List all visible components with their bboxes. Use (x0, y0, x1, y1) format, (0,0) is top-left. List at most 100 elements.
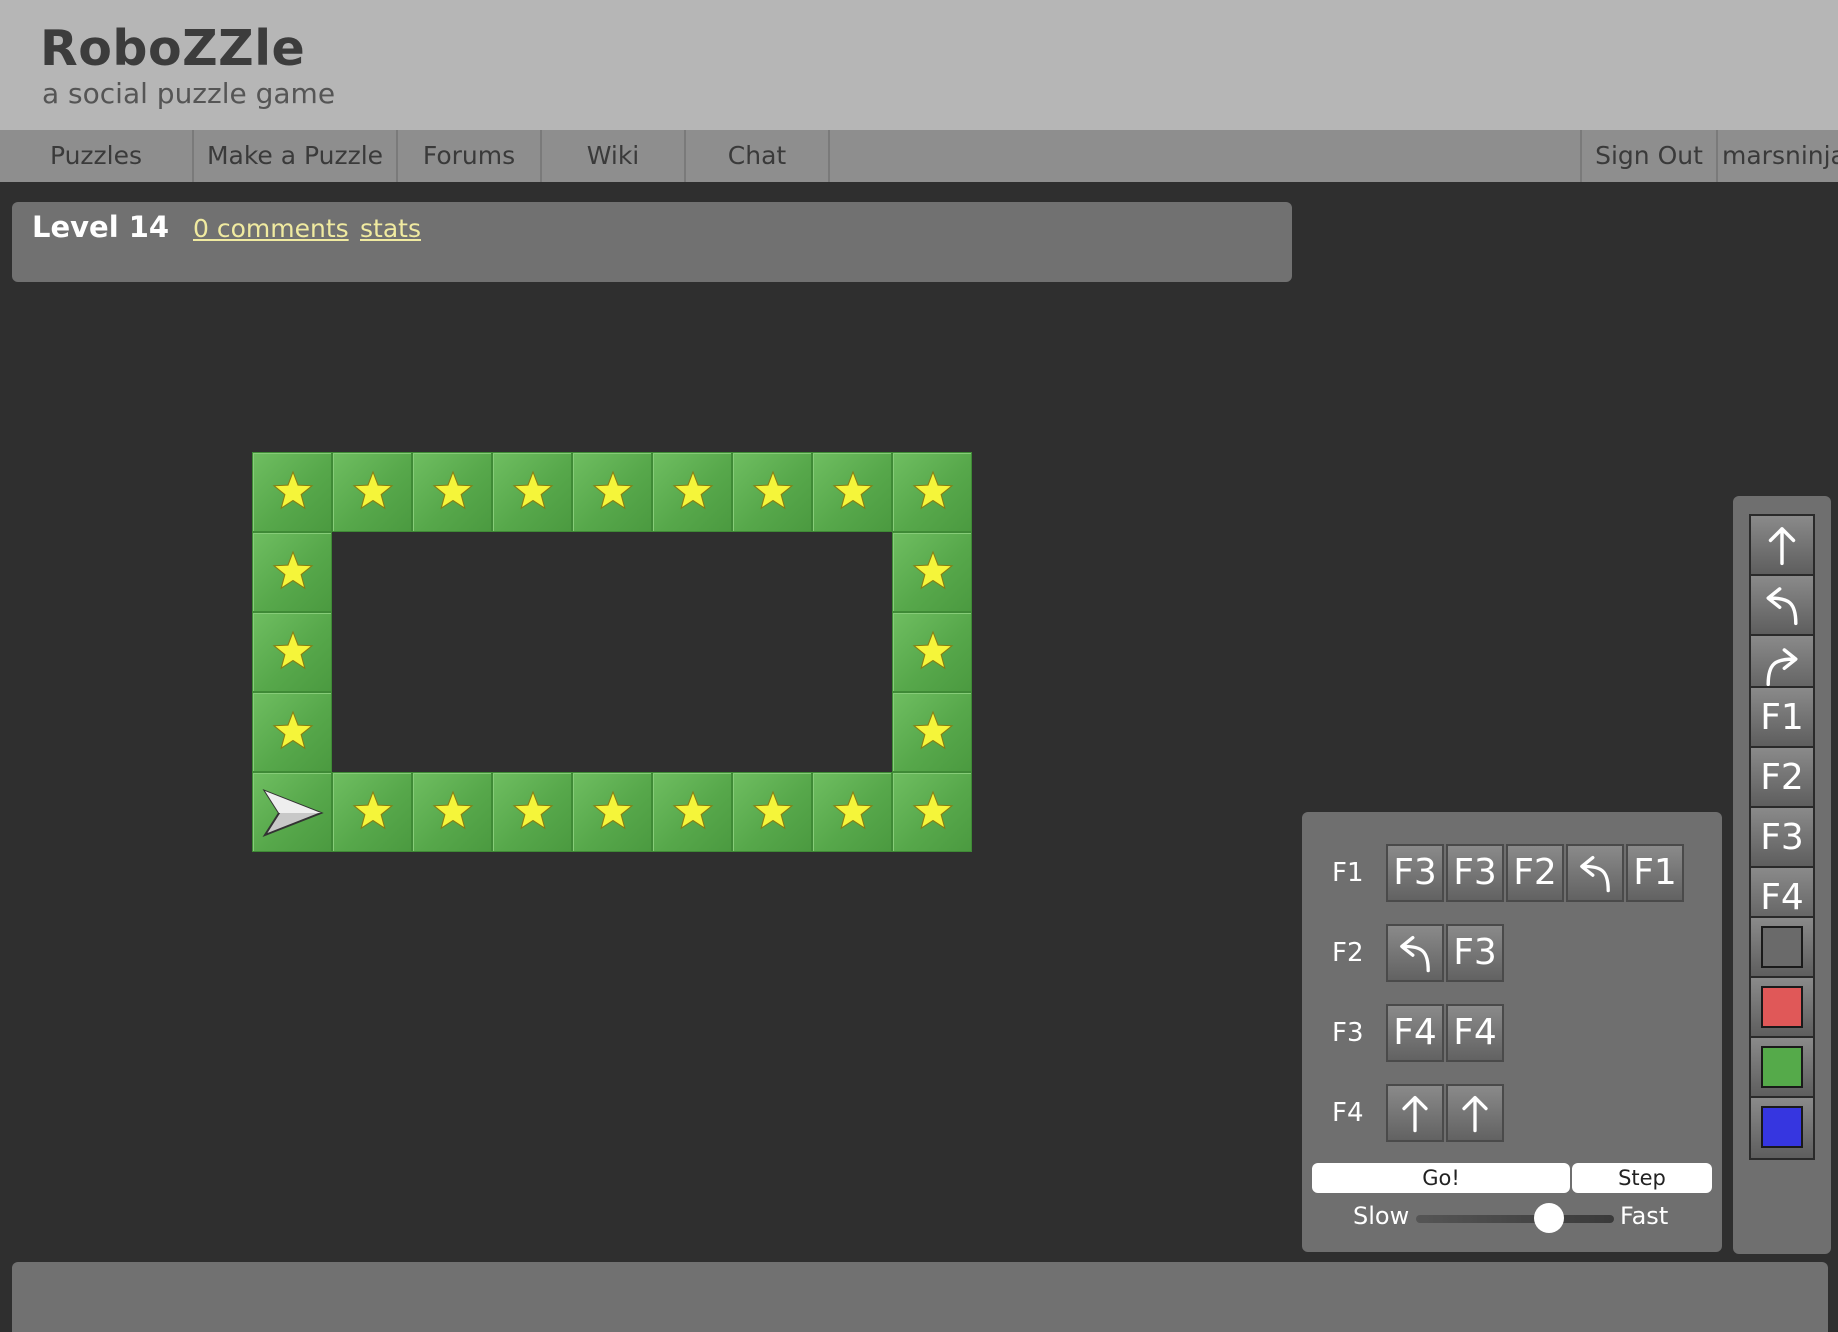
color-red-tool[interactable] (1751, 978, 1813, 1038)
star-icon (832, 790, 874, 830)
page-footer (12, 1262, 1828, 1332)
star-icon (432, 790, 474, 830)
main-nav: Puzzles Make a Puzzle Forums Wiki Chat S… (0, 130, 1838, 182)
star-icon (912, 470, 954, 510)
board-tile (732, 772, 812, 852)
board-tile (332, 452, 412, 532)
speed-slider-handle[interactable] (1533, 1203, 1564, 1233)
board-tile (492, 452, 572, 532)
step-button[interactable]: Step (1572, 1163, 1712, 1193)
board-tile (252, 772, 332, 852)
board-tile (812, 772, 892, 852)
board-tile (412, 772, 492, 852)
function-label-f1: F1 (1332, 858, 1364, 888)
star-icon (512, 470, 554, 510)
speed-slow-label: Slow (1353, 1202, 1410, 1230)
star-icon (672, 470, 714, 510)
nav-make-a-puzzle[interactable]: Make a Puzzle (194, 130, 398, 182)
color-swatch-red (1761, 986, 1803, 1028)
speed-slider[interactable] (1416, 1215, 1614, 1223)
star-icon (912, 630, 954, 670)
move-tools (1749, 514, 1815, 698)
board-tile (252, 452, 332, 532)
color-tools (1749, 916, 1815, 1160)
program-panel: F1 F3 F3 F2 F1 F2 F3 F3 F4 F4 F4 Go! Step Slow Fas… (1302, 812, 1722, 1252)
star-icon (272, 550, 314, 590)
star-icon (912, 790, 954, 830)
function-tools: F1 F2 F3 F4 (1749, 686, 1815, 930)
program-slot-f2[interactable]: F2 (1506, 844, 1564, 902)
color-blue-tool[interactable] (1751, 1098, 1813, 1158)
stats-link[interactable]: stats (360, 214, 421, 243)
star-icon (592, 470, 634, 510)
board-tile (652, 452, 732, 532)
level-title: Level 14 (32, 210, 170, 244)
site-logo[interactable]: RoboZZle (40, 20, 305, 77)
program-slot-f3[interactable]: F3 (1446, 924, 1504, 982)
nav-wiki[interactable]: Wiki (542, 130, 686, 182)
go-button[interactable]: Go! (1312, 1163, 1570, 1193)
star-icon (272, 630, 314, 670)
star-icon (272, 710, 314, 750)
puzzle-board (252, 452, 972, 852)
star-icon (912, 550, 954, 590)
function-label-f3: F3 (1332, 1018, 1364, 1048)
tool-f2[interactable]: F2 (1751, 748, 1813, 808)
level-header: Level 14 0 comments stats (12, 202, 1292, 282)
tool-f1[interactable]: F1 (1751, 688, 1813, 748)
program-slot-f3[interactable]: F3 (1386, 844, 1444, 902)
tool-f3[interactable]: F3 (1751, 808, 1813, 868)
color-gray-tool[interactable] (1751, 918, 1813, 978)
color-swatch-gray (1761, 926, 1803, 968)
command-toolbox: F1 F2 F3 F4 (1733, 496, 1831, 1254)
star-icon (752, 790, 794, 830)
star-icon (912, 710, 954, 750)
board-tile (332, 772, 412, 852)
speed-fast-label: Fast (1620, 1202, 1669, 1230)
star-icon (592, 790, 634, 830)
username-link[interactable]: marsninja (1716, 130, 1838, 182)
board-tile (652, 772, 732, 852)
program-slot-turn-left-icon[interactable] (1386, 924, 1444, 982)
program-slot-forward-icon[interactable] (1386, 1084, 1444, 1142)
board-tile (252, 692, 332, 772)
star-icon (352, 470, 394, 510)
site-header: RoboZZle a social puzzle game (0, 0, 1838, 130)
program-slot-turn-left-icon[interactable] (1566, 844, 1624, 902)
color-swatch-blue (1761, 1106, 1803, 1148)
star-icon (832, 470, 874, 510)
program-slot-f1[interactable]: F1 (1626, 844, 1684, 902)
star-icon (432, 470, 474, 510)
nav-forums[interactable]: Forums (398, 130, 542, 182)
star-icon (272, 470, 314, 510)
star-icon (512, 790, 554, 830)
forward-icon[interactable] (1751, 516, 1813, 576)
board-tile (892, 612, 972, 692)
board-tile (892, 532, 972, 612)
board-tile (252, 532, 332, 612)
program-slot-forward-icon[interactable] (1446, 1084, 1504, 1142)
board-tile (252, 612, 332, 692)
board-tile (572, 452, 652, 532)
program-slot-f4[interactable]: F4 (1446, 1004, 1504, 1062)
color-swatch-green (1761, 1046, 1803, 1088)
star-icon (752, 470, 794, 510)
program-slot-f4[interactable]: F4 (1386, 1004, 1444, 1062)
nav-puzzles[interactable]: Puzzles (0, 130, 194, 182)
nav-chat[interactable]: Chat (686, 130, 830, 182)
board-tile (892, 452, 972, 532)
star-icon (672, 790, 714, 830)
robot-arrow-icon (262, 788, 324, 838)
board-tile (572, 772, 652, 852)
function-label-f2: F2 (1332, 938, 1364, 968)
comments-link[interactable]: 0 comments (193, 214, 349, 243)
program-slot-f3[interactable]: F3 (1446, 844, 1504, 902)
board-tile (492, 772, 572, 852)
board-tile (892, 692, 972, 772)
site-tagline: a social puzzle game (42, 77, 336, 110)
color-green-tool[interactable] (1751, 1038, 1813, 1098)
turn-left-icon[interactable] (1751, 576, 1813, 636)
board-tile (732, 452, 812, 532)
board-tile (812, 452, 892, 532)
sign-out-link[interactable]: Sign Out (1580, 130, 1718, 182)
